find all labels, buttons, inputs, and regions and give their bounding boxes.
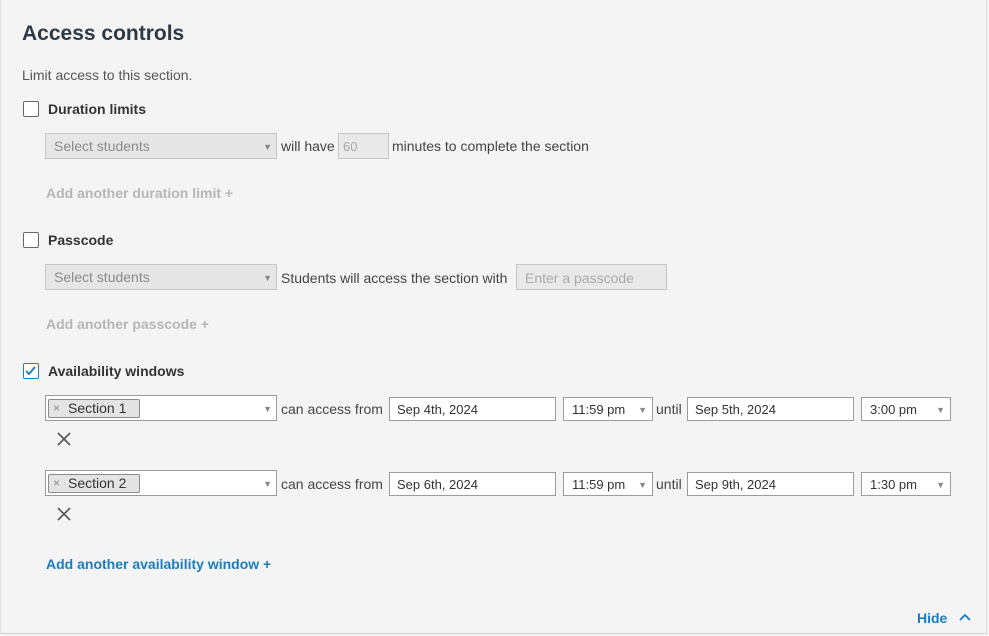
close-icon	[57, 507, 71, 521]
duration-limits-label: Duration limits	[48, 101, 147, 117]
will-have-text: will have	[281, 138, 335, 154]
caret-down-icon: ▼	[263, 404, 272, 414]
minutes-input: 60	[338, 133, 389, 159]
caret-down-icon: ▼	[936, 480, 945, 490]
add-duration-limit-link: Add another duration limit +	[46, 185, 234, 201]
passcode-checkbox[interactable]	[23, 232, 39, 248]
caret-down-icon: ▼	[263, 142, 272, 152]
start-time-value: 11:59 pm	[572, 402, 626, 417]
section-select-2[interactable]: × Section 2 ▼	[45, 470, 277, 496]
minutes-value: 60	[343, 139, 358, 154]
caret-down-icon: ▼	[638, 480, 647, 490]
select-placeholder: Select students	[54, 138, 150, 154]
remove-window-1-button[interactable]	[57, 432, 71, 446]
start-time-select-1[interactable]: 11:59 pm ▼	[563, 397, 653, 421]
start-date-value: Sep 6th, 2024	[397, 477, 478, 492]
end-time-value: 3:00 pm	[870, 402, 917, 417]
start-date-input-2[interactable]: Sep 6th, 2024	[389, 472, 556, 496]
add-passcode-link: Add another passcode +	[46, 316, 209, 332]
end-time-select-2[interactable]: 1:30 pm ▼	[861, 472, 951, 496]
check-icon	[25, 366, 36, 376]
remove-window-2-button[interactable]	[57, 507, 71, 521]
end-date-value: Sep 5th, 2024	[695, 402, 776, 417]
passcode-label: Passcode	[48, 232, 114, 248]
access-controls-panel: Access controls Limit access to this sec…	[0, 0, 987, 634]
caret-down-icon: ▼	[263, 479, 272, 489]
duration-students-select: Select students ▼	[45, 133, 277, 159]
chip-label: Section 1	[68, 400, 127, 416]
add-availability-window-link[interactable]: Add another availability window +	[46, 556, 271, 572]
availability-windows-label: Availability windows	[48, 363, 185, 379]
section-select-1[interactable]: × Section 1 ▼	[45, 395, 277, 421]
caret-down-icon: ▼	[936, 405, 945, 415]
chip-remove-icon[interactable]: ×	[53, 476, 60, 490]
end-time-value: 1:30 pm	[870, 477, 917, 492]
close-icon	[57, 432, 71, 446]
passcode-access-text: Students will access the section with	[281, 270, 508, 286]
chip-label: Section 2	[68, 475, 127, 491]
start-date-input-1[interactable]: Sep 4th, 2024	[389, 397, 556, 421]
section-chip: × Section 1	[48, 399, 140, 418]
end-date-input-1[interactable]: Sep 5th, 2024	[687, 397, 854, 421]
start-time-value: 11:59 pm	[572, 477, 626, 492]
page-subtitle: Limit access to this section.	[22, 67, 193, 83]
start-date-value: Sep 4th, 2024	[397, 402, 478, 417]
can-access-from-text: can access from	[281, 476, 383, 492]
until-text: until	[656, 476, 682, 492]
start-time-select-2[interactable]: 11:59 pm ▼	[563, 472, 653, 496]
until-text: until	[656, 401, 682, 417]
end-date-input-2[interactable]: Sep 9th, 2024	[687, 472, 854, 496]
section-chip: × Section 2	[48, 474, 140, 493]
caret-down-icon: ▼	[263, 273, 272, 283]
duration-limits-checkbox[interactable]	[23, 101, 39, 117]
end-time-select-1[interactable]: 3:00 pm ▼	[861, 397, 951, 421]
end-date-value: Sep 9th, 2024	[695, 477, 776, 492]
caret-down-icon: ▼	[638, 405, 647, 415]
page-title: Access controls	[22, 22, 185, 45]
can-access-from-text: can access from	[281, 401, 383, 417]
minutes-text: minutes to complete the section	[392, 138, 589, 154]
chevron-up-icon[interactable]	[959, 612, 971, 622]
passcode-input: Enter a passcode	[516, 264, 667, 290]
select-placeholder: Select students	[54, 269, 150, 285]
availability-windows-checkbox[interactable]	[23, 363, 39, 379]
chip-remove-icon[interactable]: ×	[53, 401, 60, 415]
passcode-placeholder: Enter a passcode	[525, 270, 634, 286]
passcode-students-select: Select students ▼	[45, 264, 277, 290]
hide-link[interactable]: Hide	[917, 610, 947, 626]
